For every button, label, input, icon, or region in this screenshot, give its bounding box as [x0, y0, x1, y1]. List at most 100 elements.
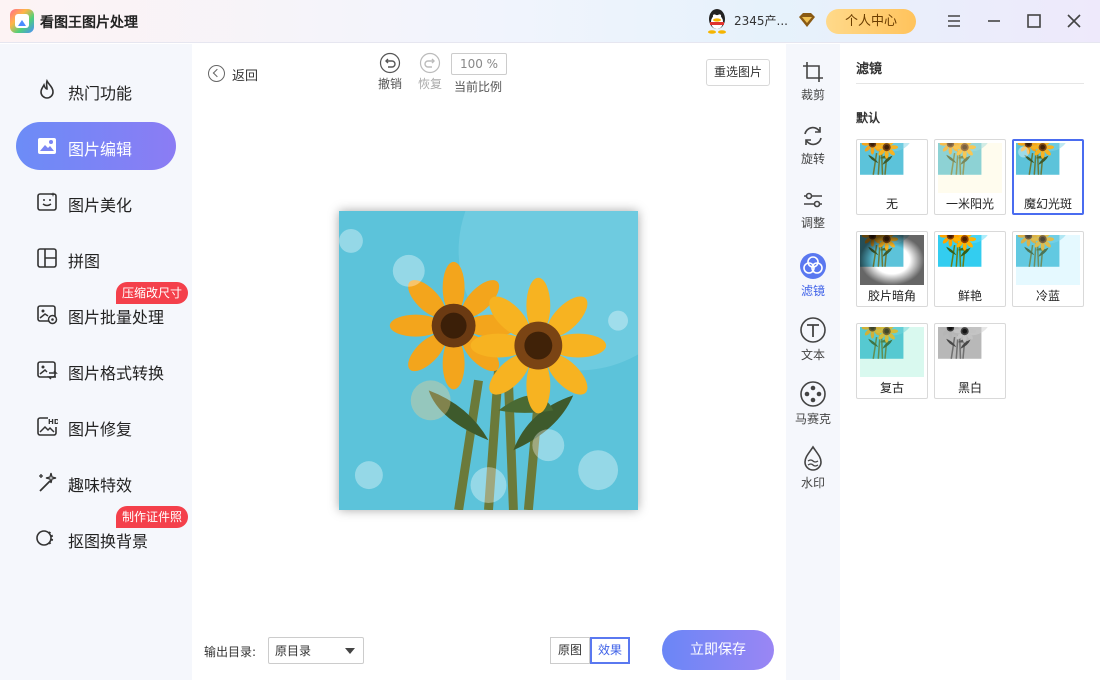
- sidebar-item-repair[interactable]: HD 图片修复: [16, 402, 176, 450]
- tool-label: 水印: [800, 476, 825, 490]
- hd-repair-icon: HD: [37, 417, 58, 436]
- zoom-input[interactable]: 100 %: [451, 53, 507, 75]
- close-icon[interactable]: [1063, 10, 1085, 32]
- chevron-down-icon: [345, 648, 355, 654]
- output-dir-value: 原目录: [275, 644, 312, 658]
- effect-toggle[interactable]: 效果: [590, 637, 630, 664]
- sidebar-item-label: 图片批量处理: [68, 308, 165, 327]
- compress-resize-badge: 压缩改尺寸: [116, 282, 189, 304]
- tool-rotate[interactable]: 旋转: [786, 124, 840, 167]
- sidebar-item-collage[interactable]: 拼图: [16, 234, 176, 282]
- filter-thumbnail: [938, 327, 1002, 377]
- magic-wand-icon: [39, 472, 57, 492]
- minimize-icon[interactable]: [983, 10, 1005, 32]
- save-now-button[interactable]: 立即保存: [662, 630, 774, 670]
- sidebar: 热门功能 图片编辑 图片美化 拼图 图片批量处理 压缩改尺寸 图片格式转换 HD…: [0, 44, 192, 680]
- tool-label: 文本: [800, 348, 825, 362]
- menu-icon[interactable]: [943, 10, 965, 32]
- filter-label: 无: [885, 197, 898, 211]
- image-beautify-icon: [37, 192, 57, 211]
- filter-black-white[interactable]: 黑白: [934, 323, 1006, 399]
- filter-thumbnail: [938, 235, 1002, 285]
- filter-label: 一米阳光: [945, 197, 994, 211]
- undo-button[interactable]: 撤销: [370, 52, 410, 92]
- tool-label: 马赛克: [794, 412, 831, 426]
- sidebar-item-label: 热门功能: [68, 84, 133, 103]
- svg-text:HD: HD: [48, 418, 58, 426]
- original-toggle[interactable]: 原图: [550, 637, 590, 664]
- tool-text[interactable]: 文本: [786, 316, 840, 363]
- editor-canvas: 返回 撤销 恢复 100 % 当前比例 重选图片 输出目录: 原目录 原图 效果…: [192, 44, 786, 680]
- filter-none[interactable]: 无: [856, 139, 928, 215]
- filter-label: 复古: [879, 381, 904, 395]
- sidebar-item-fun-effects[interactable]: 趣味特效: [16, 458, 176, 506]
- filter-icon: [800, 253, 826, 279]
- filter-magic-bokeh[interactable]: 魔幻光斑: [1012, 139, 1084, 215]
- sidebar-item-image-edit[interactable]: 图片编辑: [16, 122, 176, 170]
- back-arrow-icon: [208, 65, 225, 82]
- tool-crop[interactable]: 裁剪: [786, 60, 840, 103]
- filter-thumbnail: [1016, 235, 1080, 285]
- filter-thumbnail: [860, 143, 924, 193]
- divider: [856, 83, 1084, 84]
- filter-cool-blue[interactable]: 冷蓝: [1012, 231, 1084, 307]
- format-convert-icon: [37, 361, 58, 380]
- title-bar: 看图王图片处理 2345产... 个人中心: [0, 0, 1100, 43]
- sidebar-item-label: 拼图: [68, 252, 101, 271]
- watermark-icon: [804, 445, 822, 471]
- filter-label: 冷蓝: [1035, 289, 1060, 303]
- filter-label: 胶片暗角: [867, 289, 916, 303]
- sidebar-item-label: 图片修复: [68, 420, 133, 439]
- tool-watermark[interactable]: 水印: [786, 444, 840, 491]
- crop-icon: [803, 62, 823, 82]
- sidebar-item-beautify[interactable]: 图片美化: [16, 178, 176, 226]
- undo-label: 撤销: [377, 77, 402, 91]
- tool-mosaic[interactable]: 马赛克: [786, 380, 840, 427]
- filter-label: 鲜艳: [957, 289, 982, 303]
- tool-column: 裁剪 旋转 调整 滤镜 文本 马赛克 水印: [786, 44, 840, 680]
- tool-label: 滤镜: [800, 284, 825, 298]
- personal-center-button[interactable]: 个人中心: [826, 9, 916, 34]
- reselect-image-button[interactable]: 重选图片: [706, 59, 770, 86]
- username[interactable]: 2345产...: [734, 12, 788, 29]
- filter-panel: 滤镜 默认 无 一米阳光 魔幻光斑 胶片暗角 鲜艳 冷蓝 复古 黑白: [840, 44, 1100, 680]
- zoom-label: 当前比例: [454, 80, 503, 94]
- filter-label: 魔幻光斑: [1023, 197, 1072, 211]
- collage-icon: [37, 248, 57, 268]
- output-dir-label: 输出目录:: [204, 645, 257, 659]
- filter-vivid[interactable]: 鲜艳: [934, 231, 1006, 307]
- adjust-icon: [804, 192, 822, 208]
- sidebar-item-label: 抠图换背景: [68, 532, 149, 551]
- filter-thumbnail: [1016, 143, 1080, 193]
- tool-adjust[interactable]: 调整: [786, 188, 840, 231]
- rotate-icon: [804, 126, 822, 146]
- redo-button[interactable]: 恢复: [410, 52, 450, 92]
- vip-diamond-icon[interactable]: [797, 12, 817, 28]
- sidebar-item-hot-features[interactable]: 热门功能: [16, 66, 176, 114]
- cutout-icon: [36, 530, 54, 546]
- filter-retro[interactable]: 复古: [856, 323, 928, 399]
- panel-title: 滤镜: [856, 62, 883, 77]
- filter-film-vignette[interactable]: 胶片暗角: [856, 231, 928, 307]
- redo-label: 恢复: [417, 77, 442, 91]
- edited-photo: [339, 211, 638, 510]
- filter-sunshine[interactable]: 一米阳光: [934, 139, 1006, 215]
- tool-label: 裁剪: [800, 88, 825, 102]
- output-dir-select[interactable]: 原目录: [268, 637, 364, 664]
- app-logo-icon: [10, 9, 34, 33]
- sidebar-item-label: 图片编辑: [68, 140, 133, 159]
- filter-group-label: 默认: [856, 111, 881, 125]
- sidebar-item-format-convert[interactable]: 图片格式转换: [16, 346, 176, 394]
- filter-label: 黑白: [957, 381, 982, 395]
- app-title: 看图王图片处理: [40, 15, 138, 31]
- image-edit-icon: [38, 138, 56, 154]
- filter-thumbnail: [938, 143, 1002, 193]
- back-label: 返回: [232, 69, 259, 84]
- tool-label: 调整: [800, 216, 825, 230]
- qq-avatar-icon[interactable]: [705, 8, 729, 34]
- filter-thumbnail: [860, 235, 924, 285]
- undo-icon: [379, 52, 401, 74]
- id-photo-badge: 制作证件照: [116, 506, 189, 528]
- maximize-icon[interactable]: [1023, 10, 1045, 32]
- tool-filter[interactable]: 滤镜: [786, 252, 840, 299]
